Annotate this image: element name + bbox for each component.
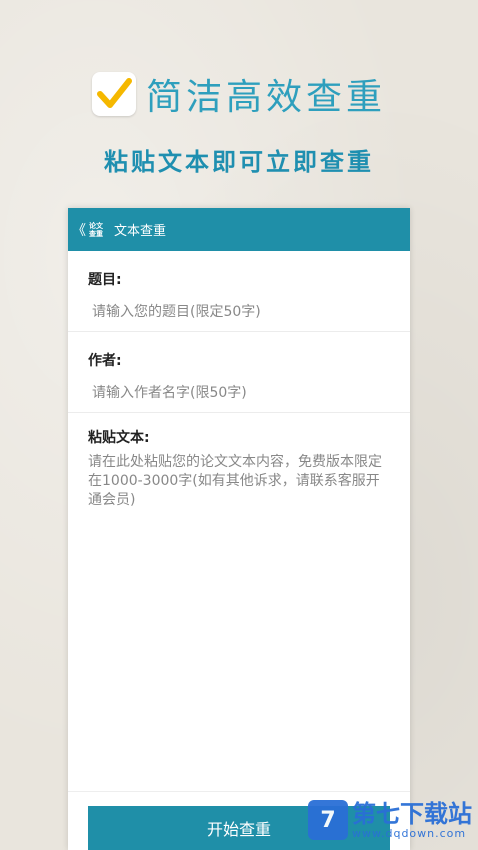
- watermark-site: www.dqdown.com: [352, 826, 467, 840]
- app-title: 文本查重: [114, 224, 167, 239]
- logo-line-2: 查重: [89, 229, 103, 238]
- checkmark-icon: [91, 72, 136, 116]
- watermark-title: 第七下载站: [352, 799, 472, 828]
- author-label: 作者:: [88, 353, 122, 369]
- content-textarea[interactable]: 请在此处粘贴您的论文文本内容，免费版本限定在1000-3000字(如有其他诉求，…: [88, 453, 390, 783]
- headline-text: 简洁高效查重: [145, 77, 386, 118]
- app-bar: 《 论文 查重 文本查重: [68, 208, 410, 251]
- title-input[interactable]: 请输入您的题目(限定50字): [68, 289, 410, 332]
- title-field-group: 题目: 请输入您的题目(限定50字): [68, 251, 410, 332]
- watermark-logo-icon: 7: [308, 800, 348, 840]
- author-input[interactable]: 请输入作者名字(限50字): [68, 370, 410, 413]
- watermark-text: 第七下载站 www.dqdown.com: [352, 801, 472, 840]
- phone-screen: 《 论文 查重 文本查重 题目: 请输入您的题目(限定50字) 作者: 请输入作…: [68, 208, 410, 850]
- author-field-group: 作者: 请输入作者名字(限50字): [68, 332, 410, 413]
- divider: [68, 791, 410, 792]
- content-label: 粘贴文本:: [88, 430, 150, 446]
- title-label: 题目:: [88, 272, 122, 288]
- back-icon[interactable]: 《: [72, 220, 88, 240]
- app-logo-icon: 论文 查重: [88, 222, 104, 238]
- site-watermark: 7 第七下载站 www.dqdown.com: [308, 800, 472, 840]
- logo-line-1: 论文: [89, 221, 103, 230]
- promo-subheadline: 粘贴文本即可立即查重: [104, 147, 374, 176]
- promo-headline: 简洁高效查重: [0, 68, 478, 120]
- content-field-group: 粘贴文本: 请在此处粘贴您的论文文本内容，免费版本限定在1000-3000字(如…: [68, 413, 410, 783]
